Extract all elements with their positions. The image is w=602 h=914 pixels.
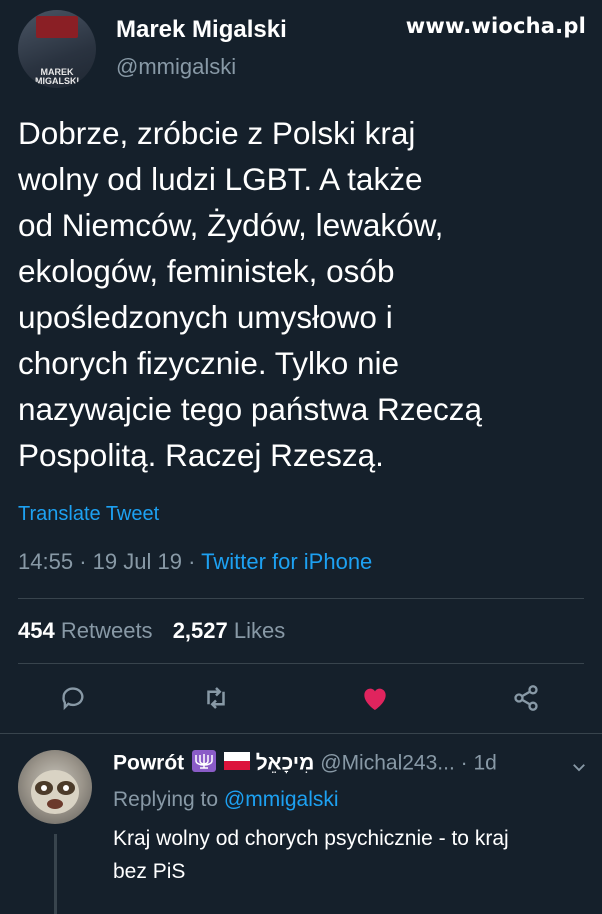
reply-button[interactable] xyxy=(55,680,91,716)
reply-time: · 1d xyxy=(460,751,497,775)
more-options-button[interactable] xyxy=(570,758,588,781)
reply-text: Kraj wolny od chorych psychicznie - to k… xyxy=(113,827,509,883)
tweet-date: 19 Jul 19 xyxy=(92,549,182,574)
reply-author-name[interactable]: Powrót xyxy=(113,752,184,775)
author-handle[interactable]: @mmigalski xyxy=(116,54,287,80)
replying-to-label: Replying to xyxy=(113,788,219,811)
share-icon xyxy=(514,685,538,711)
avatar-caption: MAREK MIGALSKI xyxy=(35,67,79,86)
retweet-button[interactable] xyxy=(198,680,234,716)
author-name[interactable]: Marek Migalski xyxy=(116,16,287,44)
reply-icon xyxy=(62,687,84,711)
sloth-face-icon xyxy=(31,770,79,814)
retweets-label: Retweets xyxy=(60,618,153,643)
divider xyxy=(18,598,584,599)
author-avatar[interactable]: MAREK MIGALSKI xyxy=(18,10,96,88)
like-button[interactable] xyxy=(357,680,393,716)
heart-icon xyxy=(364,688,386,710)
divider xyxy=(18,663,584,664)
reply-header: Powrót מִיכָאֵל @Michal243... · 1d xyxy=(113,750,598,778)
tweet-text: Dobrze, zróbcie z Polski kraj wolny od l… xyxy=(18,115,482,473)
replying-to-handle[interactable]: @mmigalski xyxy=(224,788,339,811)
likes-count: 2,527 xyxy=(172,618,228,643)
likes-stat[interactable]: 2,527 Likes xyxy=(173,618,286,643)
reply-author-name-suffix[interactable]: מִיכָאֵל xyxy=(256,752,315,775)
likes-label: Likes xyxy=(233,618,286,643)
share-button[interactable] xyxy=(508,680,544,716)
retweets-count: 454 xyxy=(18,618,55,643)
tweet-stats: 454 Retweets 2,527 Likes xyxy=(18,618,285,644)
section-divider xyxy=(0,733,602,734)
retweet-icon xyxy=(207,687,225,709)
avatar-book-cover xyxy=(36,16,78,38)
reply-avatar[interactable] xyxy=(18,750,92,824)
poland-flag-icon xyxy=(223,752,250,776)
replying-to: Replying to @mmigalski xyxy=(113,788,598,812)
retweets-stat[interactable]: 454 Retweets xyxy=(18,618,153,643)
tweet-source-link[interactable]: Twitter for iPhone xyxy=(201,549,372,574)
watermark: www.wiocha.pl xyxy=(405,14,586,38)
tweet-actions xyxy=(0,680,602,716)
translate-tweet-link[interactable]: Translate Tweet xyxy=(18,503,159,526)
chevron-down-icon xyxy=(573,764,585,772)
menorah-emoji-icon xyxy=(192,750,217,778)
reply-author-handle[interactable]: @Michal243... xyxy=(320,752,455,775)
tweet-time: 14:55 xyxy=(18,549,74,574)
tweet-header: MAREK MIGALSKI Marek Migalski @mmigalski xyxy=(18,10,287,88)
thread-line xyxy=(54,834,57,914)
tweet-meta: 14:55 · 19 Jul 19 · Twitter for iPhone xyxy=(18,549,373,574)
